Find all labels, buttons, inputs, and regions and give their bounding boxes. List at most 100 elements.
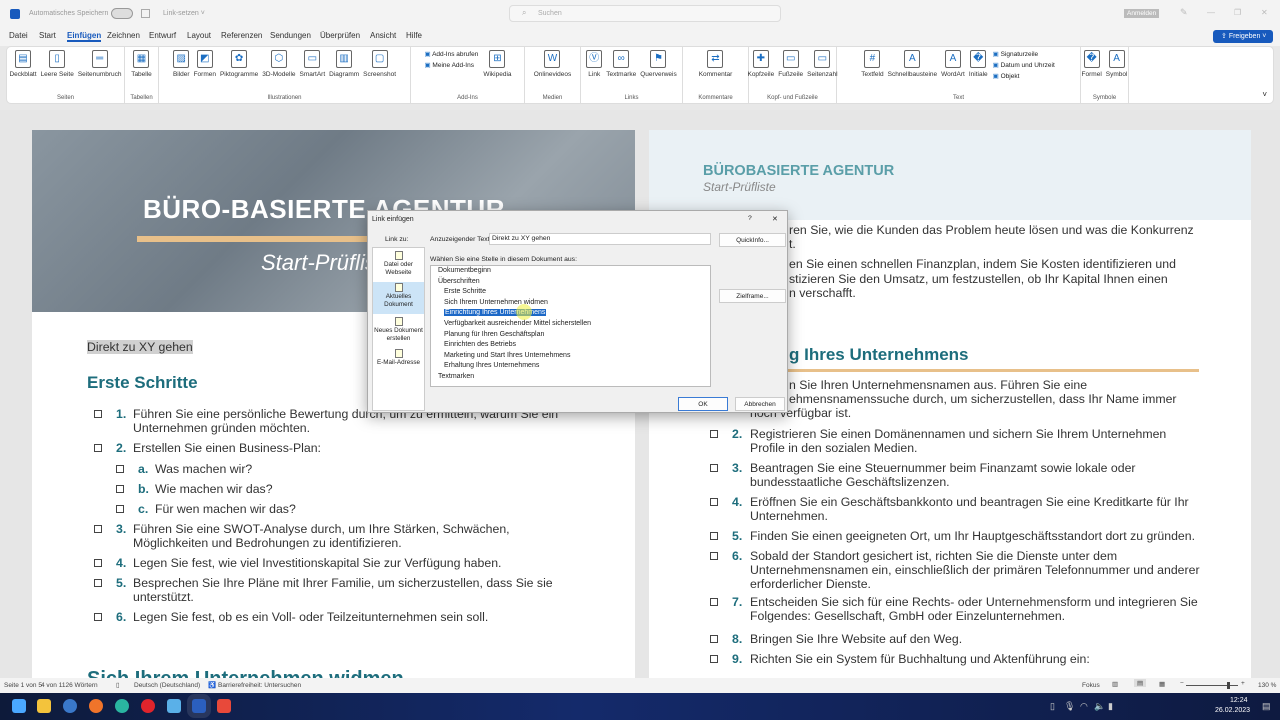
tree-item[interactable]: Einrichten des Betriebs — [444, 341, 516, 348]
tree-item[interactable]: Überschriften — [438, 278, 480, 285]
checkbox[interactable] — [710, 430, 718, 438]
ribbon-button-label: Piktogramme — [219, 71, 259, 78]
zoom-level[interactable]: 130 % — [1258, 682, 1276, 689]
tab-ansicht[interactable]: Ansicht — [370, 31, 396, 40]
checkbox[interactable] — [94, 579, 102, 587]
ribbon-button-signaturzeile[interactable]: Signaturzeile — [993, 50, 1055, 58]
tab-entwurf[interactable]: Entwurf — [149, 31, 176, 40]
ok-button[interactable]: OK — [678, 397, 728, 411]
clock-date[interactable]: 26.02.2023 — [1215, 707, 1250, 714]
tree-item[interactable]: Verfügbarkeit ausreichender Mittel siche… — [444, 320, 591, 327]
checkbox[interactable] — [94, 444, 102, 452]
collapse-ribbon-button[interactable]: ˅ — [1262, 90, 1267, 99]
app-c-icon[interactable] — [217, 699, 231, 713]
tree-item[interactable]: Dokumentbeginn — [438, 267, 491, 274]
checkbox[interactable] — [710, 498, 718, 506]
restore-button[interactable]: ❐ — [1234, 8, 1241, 17]
language[interactable]: Deutsch (Deutschland) — [134, 682, 200, 689]
web-layout-icon[interactable]: ▦ — [1159, 680, 1165, 688]
usb-icon[interactable]: ▯ — [1050, 701, 1055, 712]
tab-sendungen[interactable]: Sendungen — [270, 31, 311, 40]
kommentar-icon: ⇄ — [707, 50, 724, 68]
cancel-button[interactable]: Abbrechen — [735, 397, 785, 411]
checkbox[interactable] — [710, 655, 718, 663]
tab-überprüfen[interactable]: Überprüfen — [320, 31, 360, 40]
tree-item[interactable]: Planung für Ihren Geschäftsplan — [444, 331, 544, 338]
display-text-input[interactable]: Direkt zu XY gehen — [489, 233, 711, 245]
focus-button[interactable]: Fokus — [1082, 682, 1100, 689]
zoom-slider-thumb[interactable] — [1226, 682, 1230, 689]
tab-hilfe[interactable]: Hilfe — [406, 31, 422, 40]
zoom-out-button[interactable]: − — [1180, 680, 1184, 687]
checkbox[interactable] — [710, 532, 718, 540]
tree-item[interactable]: Sich Ihrem Unternehmen widmen — [444, 299, 548, 306]
read-mode-icon[interactable]: ▥ — [1112, 680, 1118, 688]
tab-referenzen[interactable]: Referenzen — [221, 31, 262, 40]
link-to-e-mail-adresse[interactable]: E-Mail-Adresse — [373, 348, 424, 380]
wifi-icon[interactable]: ◠ — [1080, 701, 1088, 712]
checkbox[interactable] — [710, 464, 718, 472]
link-to-neues-dokument-erstellen[interactable]: Neues Dokument erstellen — [373, 316, 424, 348]
checkbox[interactable] — [710, 598, 718, 606]
checkbox[interactable] — [116, 485, 124, 493]
tab-datei[interactable]: Datei — [9, 31, 28, 40]
ribbon-button-datum-und-uhrzeit[interactable]: Datum und Uhrzeit — [993, 61, 1055, 69]
checkbox[interactable] — [116, 505, 124, 513]
save-icon[interactable] — [141, 9, 150, 18]
proofing-icon[interactable]: ▯ — [116, 681, 120, 689]
signin-button[interactable]: Anmelden — [1124, 9, 1160, 18]
tab-start[interactable]: Start — [39, 31, 56, 40]
close-button[interactable]: ✕ — [1261, 8, 1268, 17]
autosave-toggle[interactable] — [111, 8, 133, 19]
opera-icon[interactable] — [141, 699, 155, 713]
notepad-icon[interactable] — [167, 699, 181, 713]
tree-item[interactable]: Erhaltung Ihres Unternehmens — [444, 362, 539, 369]
link-text-selected[interactable]: Direkt zu XY gehen — [87, 340, 193, 354]
zielframe-button[interactable]: Zielframe... — [719, 289, 786, 303]
clock-time[interactable]: 12:24 — [1230, 697, 1248, 704]
checkbox[interactable] — [94, 525, 102, 533]
notification-icon[interactable]: ▤ — [1262, 701, 1271, 712]
battery-icon[interactable]: ▮ — [1108, 701, 1113, 712]
start-icon[interactable] — [12, 699, 26, 713]
fu-zeile-icon: ▭ — [782, 50, 799, 68]
tab-layout[interactable]: Layout — [187, 31, 211, 40]
ribbon-button-meine-add-ins[interactable]: Meine Add-Ins — [424, 61, 478, 69]
help-button[interactable]: ? — [748, 215, 752, 222]
zoom-slider[interactable] — [1186, 682, 1238, 689]
checkbox[interactable] — [94, 559, 102, 567]
ribbon-button-add-ins-abrufen[interactable]: Add-Ins abrufen — [424, 50, 478, 58]
firefox-icon[interactable] — [89, 699, 103, 713]
checkbox[interactable] — [710, 635, 718, 643]
page-count[interactable]: Seite 1 von 5 — [4, 682, 42, 689]
tree-item[interactable]: Textmarken — [438, 373, 474, 380]
quickinfo-button[interactable]: QuickInfo... — [719, 233, 786, 247]
checkbox[interactable] — [94, 410, 102, 418]
tab-zeichnen[interactable]: Zeichnen — [107, 31, 140, 40]
word-count[interactable]: 4 von 1126 Wörtern — [41, 682, 98, 689]
print-layout-icon[interactable]: ▤ — [1134, 679, 1147, 687]
share-button[interactable]: ⇪ Freigeben ˅ — [1213, 30, 1273, 43]
accessibility-check[interactable]: Barrierefreiheit: Untersuchen — [218, 682, 301, 689]
link-to-datei-oder-webseite[interactable]: Datei oder Webseite — [373, 250, 424, 282]
checkbox[interactable] — [94, 613, 102, 621]
edge-icon[interactable] — [115, 699, 129, 713]
app-icon[interactable] — [63, 699, 77, 713]
minimize-button[interactable]: — — [1207, 8, 1215, 17]
volume-icon[interactable]: 🔈 — [1094, 701, 1105, 712]
link-to-aktuelles-dokument[interactable]: Aktuelles Dokument — [373, 282, 424, 314]
search-box[interactable]: ⌕ Suchen — [509, 5, 781, 22]
tab-einfügen[interactable]: Einfügen — [67, 31, 102, 42]
mic-icon[interactable]: 🎙 — [1064, 701, 1075, 712]
checkbox[interactable] — [116, 465, 124, 473]
pen-icon[interactable]: ✎ — [1180, 7, 1188, 18]
zoom-in-button[interactable]: + — [1241, 680, 1245, 687]
file-explorer-icon[interactable] — [37, 699, 51, 713]
tree-item[interactable]: Erste Schritte — [444, 288, 486, 295]
tree-item[interactable]: Marketing und Start Ihres Unternehmens — [444, 352, 570, 359]
ribbon-button-objekt[interactable]: Objekt — [993, 72, 1055, 80]
document-name[interactable]: Link-setzen ˅ — [163, 10, 205, 17]
checkbox[interactable] — [710, 552, 718, 560]
word-taskbar-icon[interactable] — [192, 699, 206, 713]
dialog-close-button[interactable]: ✕ — [772, 215, 778, 223]
